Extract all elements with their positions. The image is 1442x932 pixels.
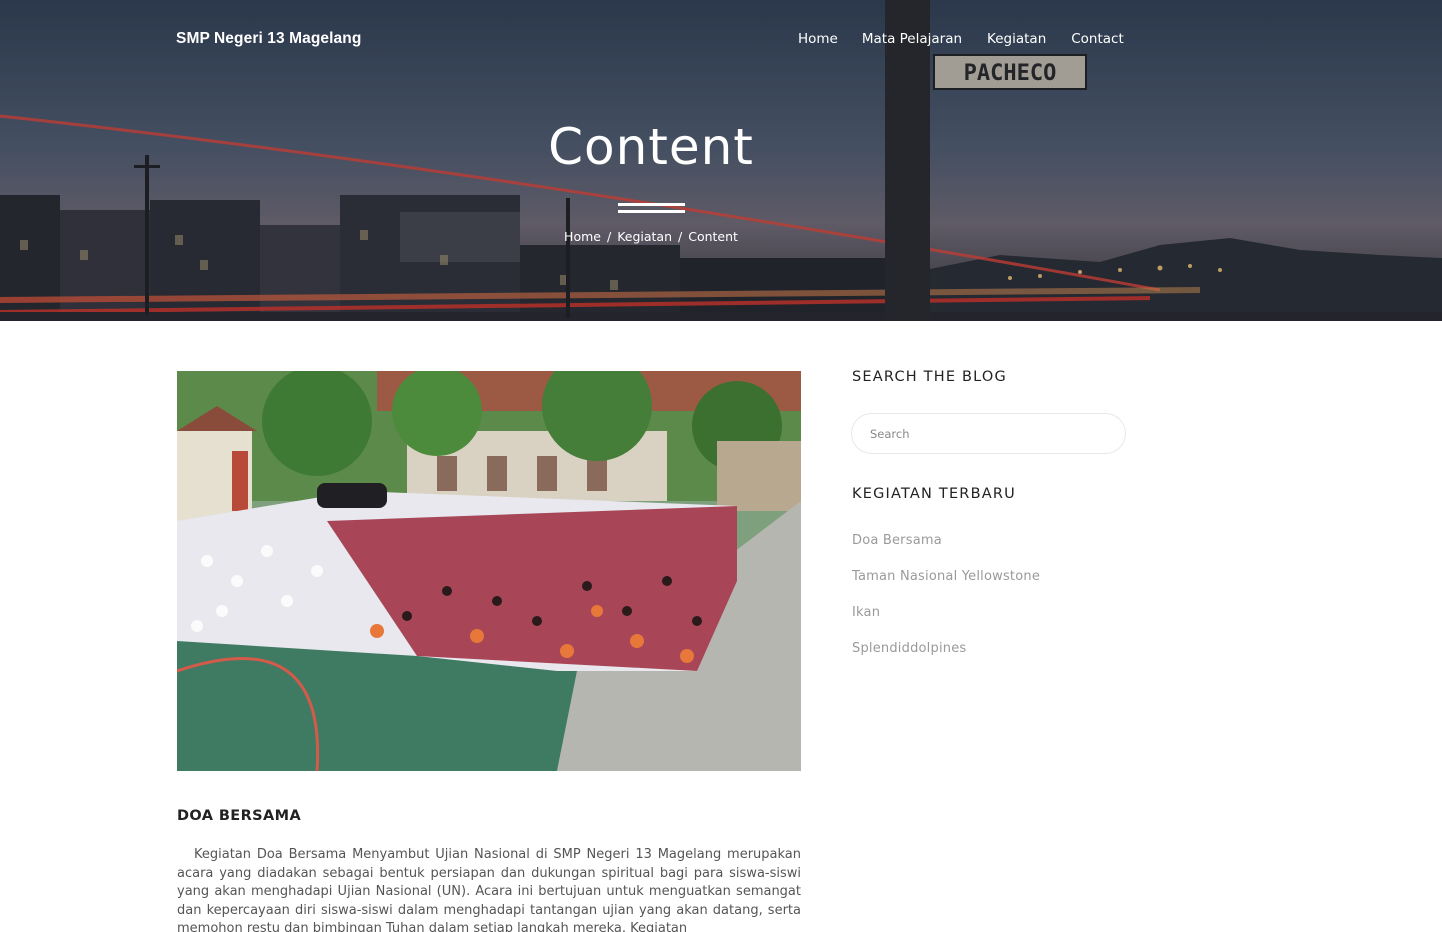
recent-posts-list: Doa Bersama Taman Nasional Yellowstone I… xyxy=(852,529,1040,673)
nav-mata-pelajaran[interactable]: Mata Pelajaran xyxy=(862,31,962,47)
list-item: Doa Bersama xyxy=(852,529,1040,565)
site-brand[interactable]: SMP Negeri 13 Magelang xyxy=(176,30,361,48)
main-nav: Home Mata Pelajaran Kegiatan Contact xyxy=(790,31,1132,47)
search-heading: SEARCH THE BLOG xyxy=(852,369,1007,385)
breadcrumb-separator: / xyxy=(606,229,612,244)
recent-post-link[interactable]: Splendiddolpines xyxy=(852,641,966,656)
list-item: Splendiddolpines xyxy=(852,637,1040,673)
page-title: Content xyxy=(548,118,754,176)
recent-heading: KEGIATAN TERBARU xyxy=(852,486,1016,502)
recent-post-link[interactable]: Taman Nasional Yellowstone xyxy=(852,569,1040,584)
list-item: Taman Nasional Yellowstone xyxy=(852,565,1040,601)
search-input[interactable] xyxy=(852,414,1125,453)
post-body: Kegiatan Doa Bersama Menyambut Ujian Nas… xyxy=(177,847,801,932)
post-image xyxy=(177,371,801,771)
nav-contact[interactable]: Contact xyxy=(1071,31,1124,47)
nav-kegiatan[interactable]: Kegiatan xyxy=(987,31,1046,47)
breadcrumb-home[interactable]: Home xyxy=(564,229,601,244)
breadcrumb-current: Content xyxy=(688,229,738,244)
recent-post-link[interactable]: Ikan xyxy=(852,605,880,620)
recent-post-link[interactable]: Doa Bersama xyxy=(852,533,942,548)
breadcrumb-kegiatan[interactable]: Kegiatan xyxy=(617,229,672,244)
post-title: DOA BERSAMA xyxy=(177,808,302,824)
title-divider xyxy=(618,203,685,213)
breadcrumb-separator: / xyxy=(678,229,683,244)
breadcrumb: Home / Kegiatan / Content xyxy=(0,229,1302,244)
list-item: Ikan xyxy=(852,601,1040,637)
post-photo xyxy=(177,371,801,771)
nav-home[interactable]: Home xyxy=(798,31,838,47)
hero-banner: PACHECO SMP Negeri 13 Magelang Home Mata… xyxy=(0,0,1442,321)
search-box xyxy=(851,413,1126,454)
